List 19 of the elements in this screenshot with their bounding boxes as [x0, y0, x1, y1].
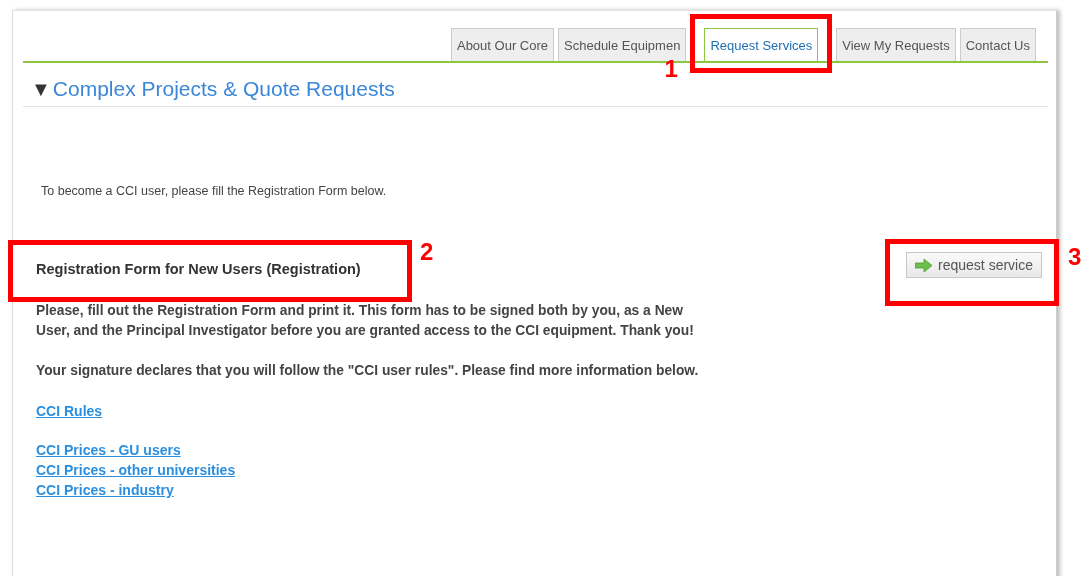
collapse-toggle[interactable]: ▼	[31, 77, 51, 101]
nav-tab[interactable]: Schedule Equipmen	[558, 28, 687, 61]
document-link[interactable]: CCI Prices - other universities	[36, 460, 236, 480]
section-title: Complex Projects & Quote Requests	[52, 77, 395, 101]
document-link[interactable]: CCI Rules	[36, 401, 103, 421]
annotation-number: 2	[420, 240, 434, 264]
document-link[interactable]: CCI Prices - industry	[36, 480, 174, 500]
request-service-button[interactable]: request service	[906, 252, 1042, 278]
nav-tab[interactable]: Request Services	[704, 28, 819, 61]
nav-tab[interactable]: Contact Us	[959, 28, 1036, 61]
form-title: Registration Form for New Users (Registration)	[36, 261, 362, 277]
arrow-right-icon	[915, 258, 933, 272]
document-link[interactable]: CCI Prices - GU users	[36, 440, 181, 460]
form-paragraph: Your signature declares that you will follow the "CCI user rules". Please find more information below.	[36, 362, 700, 380]
intro-text: To become a CCI user, please fill the Registration Form below.	[41, 184, 388, 198]
annotation-number: 3	[1068, 245, 1081, 269]
nav-tab[interactable]: About Our Core	[450, 28, 554, 61]
nav-tab[interactable]: View My Requests	[836, 28, 956, 61]
form-paragraph: Please, fill out the Registration Form and print it. This form has to be signed both by you, as a New User, and the Principal Investigator before you are granted access to the CCI equipment. Thank you!	[36, 302, 695, 340]
